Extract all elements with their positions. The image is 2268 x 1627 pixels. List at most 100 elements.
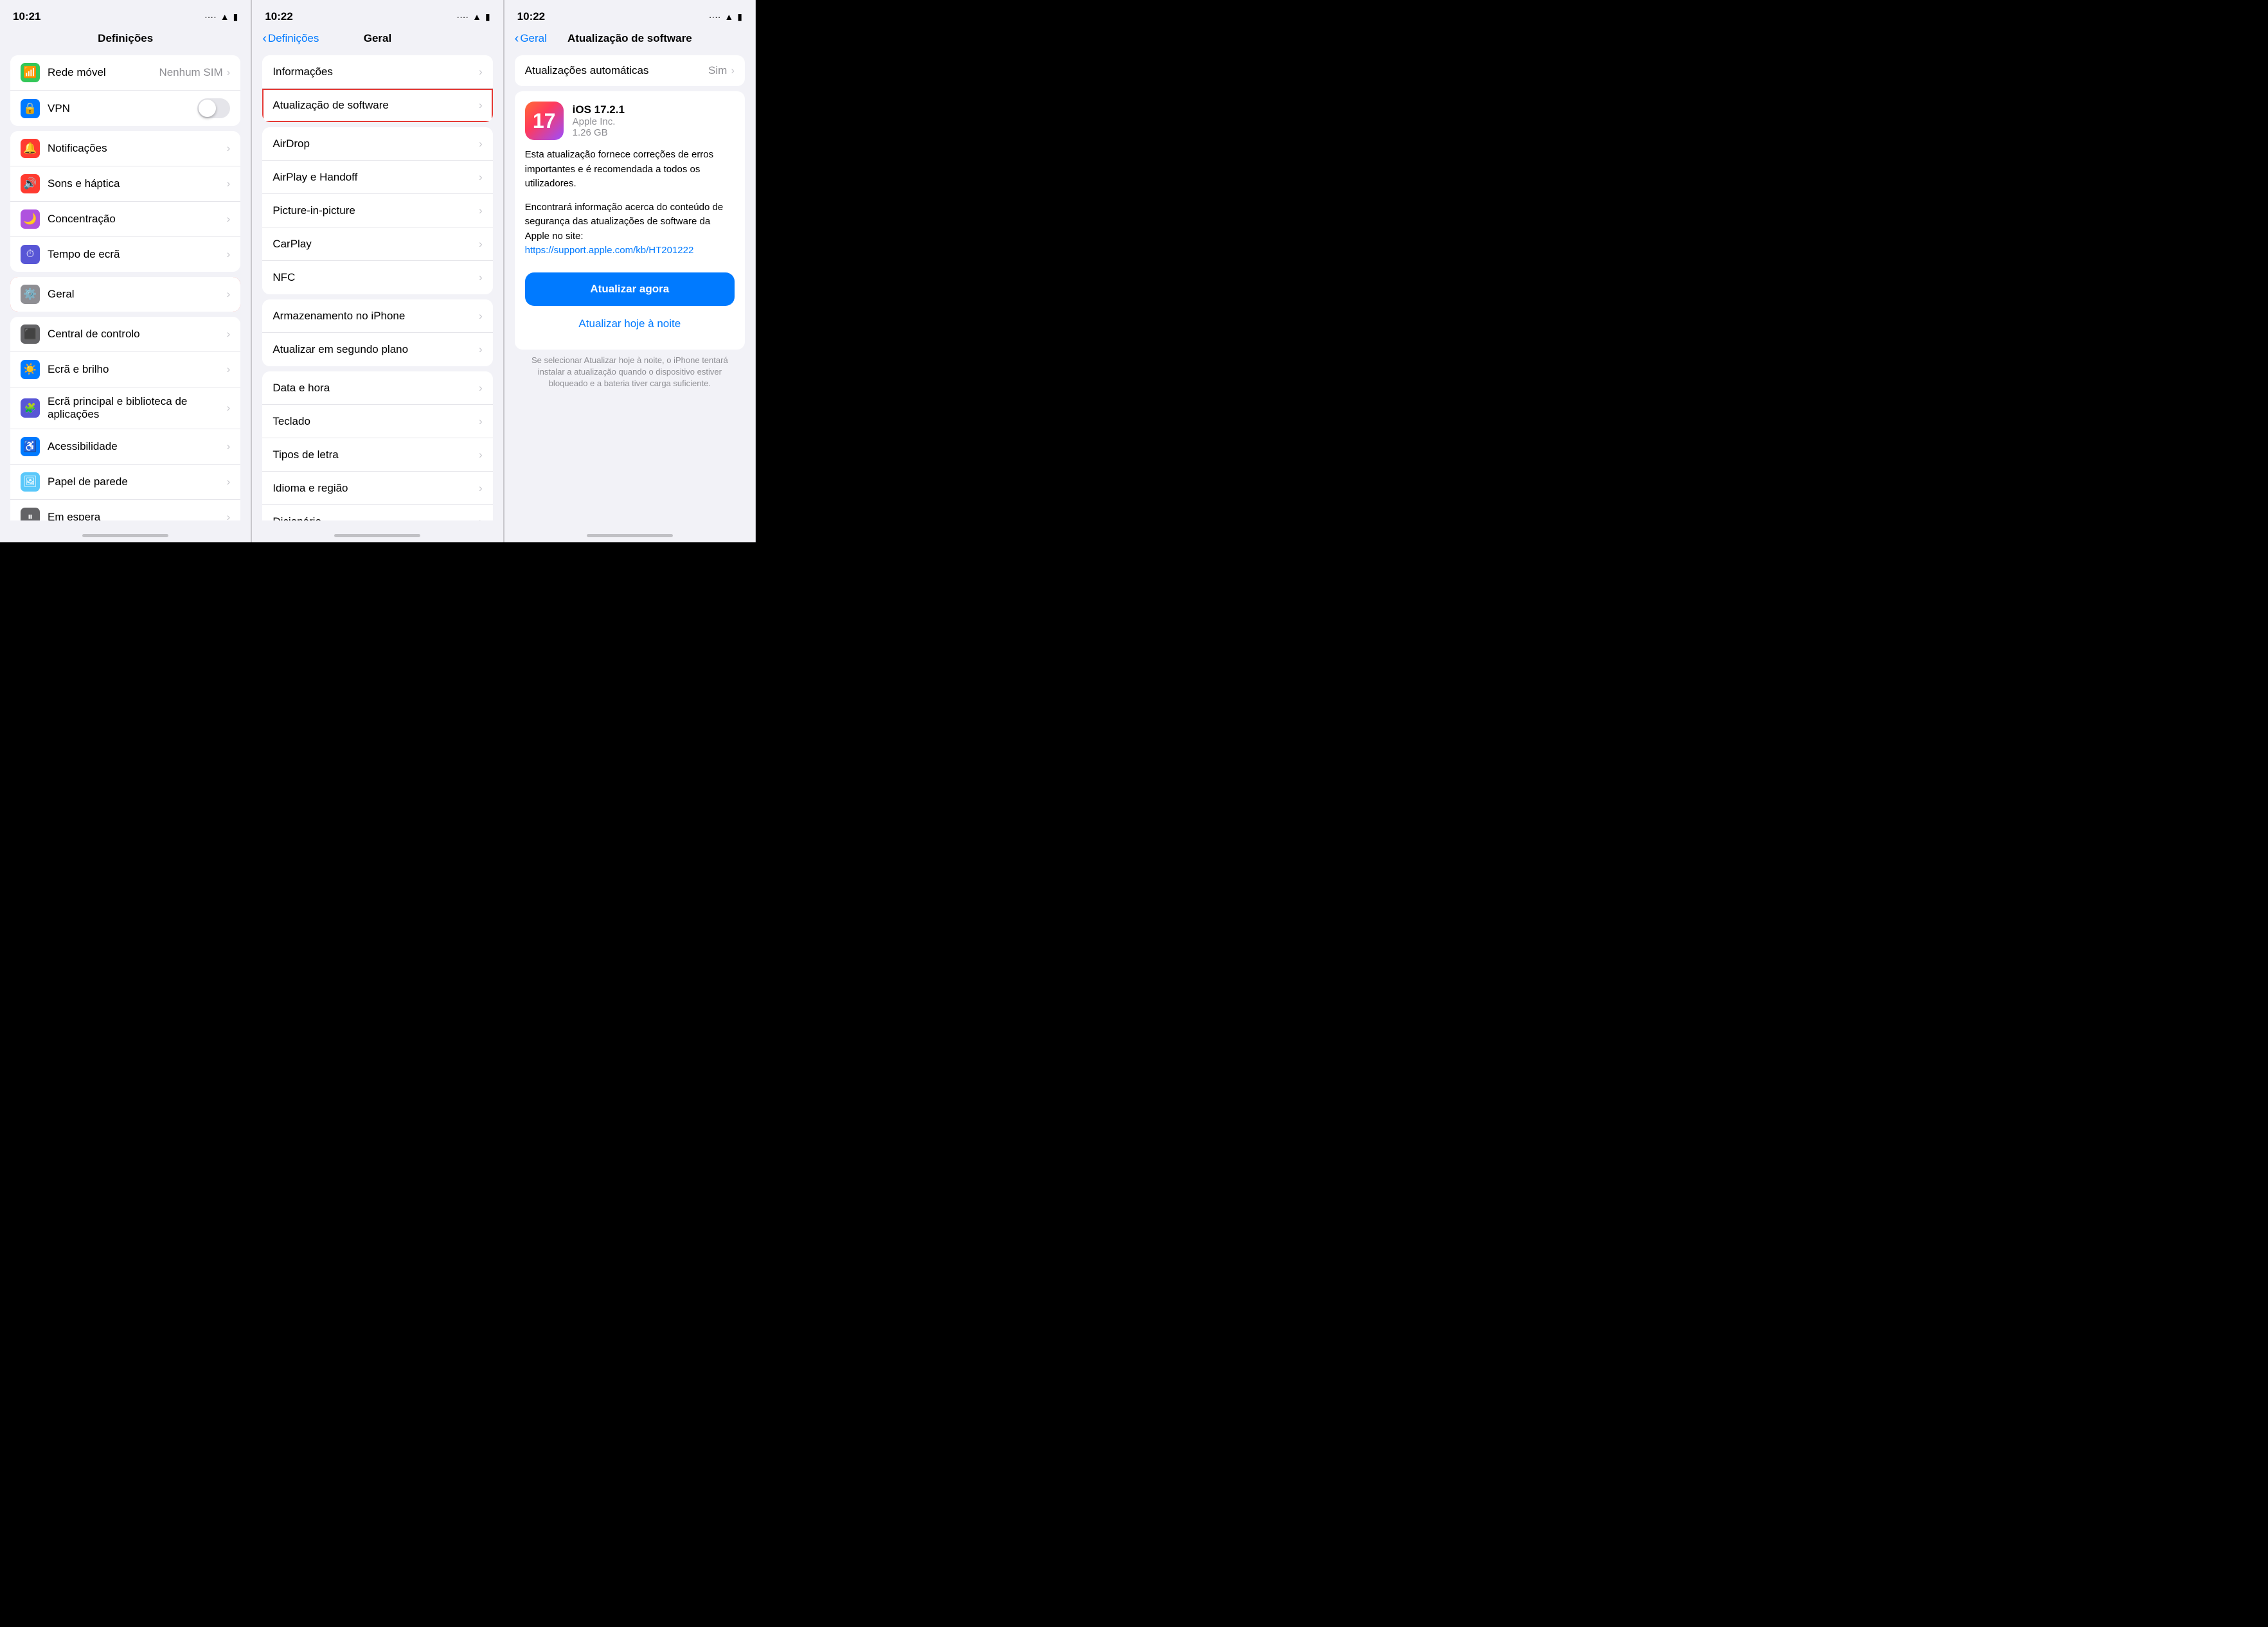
- back-label-3: Geral: [520, 32, 547, 45]
- row-central[interactable]: ⬛ Central de controlo ›: [10, 317, 240, 352]
- update-tonight-button[interactable]: Atualizar hoje à noite: [525, 308, 735, 339]
- notificacoes-icon: 🔔: [21, 139, 40, 158]
- idioma-chevron: ›: [479, 482, 483, 495]
- row-sons[interactable]: 🔊 Sons e háptica ›: [10, 166, 240, 202]
- status-bar-3: 10:22 ···· ▲ ▮: [504, 0, 755, 28]
- section-locale: Data e hora › Teclado › Tipos de letra ›…: [262, 371, 492, 520]
- row-carplay[interactable]: CarPlay ›: [262, 227, 492, 261]
- row-atualizar-plano[interactable]: Atualizar em segundo plano ›: [262, 333, 492, 366]
- vpn-label: VPN: [48, 102, 197, 115]
- acessibilidade-right: ›: [227, 440, 231, 453]
- rede-content: Rede móvel: [48, 66, 159, 79]
- papel-right: ›: [227, 476, 231, 488]
- row-airplay[interactable]: AirPlay e Handoff ›: [262, 161, 492, 194]
- sons-right: ›: [227, 177, 231, 190]
- battery-icon-3: ▮: [737, 12, 742, 22]
- row-airdrop[interactable]: AirDrop ›: [262, 127, 492, 161]
- auto-update-chevron: ›: [731, 64, 735, 77]
- bottom-bar-2: [252, 520, 503, 542]
- update-now-button[interactable]: Atualizar agora: [525, 272, 735, 306]
- time-3: 10:22: [517, 10, 545, 23]
- row-acessibilidade[interactable]: ♿ Acessibilidade ›: [10, 429, 240, 465]
- papel-label: Papel de parede: [48, 476, 227, 488]
- espera-label: Em espera: [48, 511, 227, 520]
- row-vpn[interactable]: 🔒 VPN: [10, 91, 240, 126]
- status-icons-2: ···· ▲ ▮: [456, 12, 490, 22]
- concentracao-content: Concentração: [48, 213, 227, 226]
- vpn-toggle[interactable]: [197, 98, 230, 118]
- notificacoes-content: Notificações: [48, 142, 227, 155]
- back-button-2[interactable]: ‹ Definições: [262, 32, 319, 45]
- nav-header-2: ‹ Definições Geral: [252, 28, 503, 50]
- notificacoes-label: Notificações: [48, 142, 227, 155]
- row-papel[interactable]: 🖼 Papel de parede ›: [10, 465, 240, 500]
- ecra-brilho-chevron: ›: [227, 363, 231, 376]
- row-tempo[interactable]: ⏱ Tempo de ecrã ›: [10, 237, 240, 272]
- idioma-label: Idioma e região: [272, 482, 479, 495]
- row-armazenamento[interactable]: Armazenamento no iPhone ›: [262, 299, 492, 333]
- tempo-content: Tempo de ecrã: [48, 248, 227, 261]
- geral-chevron: ›: [227, 288, 231, 301]
- airplay-chevron: ›: [479, 171, 483, 184]
- time-1: 10:21: [13, 10, 40, 23]
- row-espera[interactable]: ⏸ Em espera ›: [10, 500, 240, 520]
- back-button-3[interactable]: ‹ Geral: [515, 32, 547, 45]
- geral-right: ›: [227, 288, 231, 301]
- row-auto-update[interactable]: Atualizações automáticas Sim ›: [515, 55, 745, 86]
- row-ecra-brilho[interactable]: ☀️ Ecrã e brilho ›: [10, 352, 240, 387]
- acessibilidade-icon: ♿: [21, 437, 40, 456]
- row-tipos-letra[interactable]: Tipos de letra ›: [262, 438, 492, 472]
- carplay-label: CarPlay: [272, 238, 479, 251]
- home-indicator-3: [587, 534, 673, 537]
- teclado-chevron: ›: [479, 415, 483, 428]
- espera-right: ›: [227, 511, 231, 520]
- ios-name: iOS 17.2.1: [573, 103, 625, 116]
- sons-icon: 🔊: [21, 174, 40, 193]
- row-notificacoes[interactable]: 🔔 Notificações ›: [10, 131, 240, 166]
- papel-chevron: ›: [227, 476, 231, 488]
- status-icons-3: ···· ▲ ▮: [709, 12, 742, 22]
- settings-list-2: Informações › Atualização de software › …: [252, 50, 503, 520]
- bottom-bar-1: [0, 520, 251, 542]
- central-chevron: ›: [227, 328, 231, 341]
- ios-link[interactable]: https://support.apple.com/kb/HT201222: [525, 245, 694, 256]
- wifi-icon: ▲: [220, 12, 229, 22]
- ios-size: 1.26 GB: [573, 127, 625, 138]
- row-data-hora[interactable]: Data e hora ›: [262, 371, 492, 405]
- carplay-chevron: ›: [479, 238, 483, 251]
- airdrop-label: AirDrop: [272, 138, 479, 150]
- informacoes-label: Informações: [272, 66, 479, 78]
- row-nfc[interactable]: NFC ›: [262, 261, 492, 294]
- row-informacoes[interactable]: Informações ›: [262, 55, 492, 89]
- notificacoes-chevron: ›: [227, 142, 231, 155]
- concentracao-chevron: ›: [227, 213, 231, 226]
- row-geral[interactable]: ⚙️ Geral ›: [10, 277, 240, 312]
- page-title-1: Definições: [98, 32, 153, 45]
- airdrop-chevron: ›: [479, 138, 483, 150]
- row-dicionario[interactable]: Dicionário ›: [262, 505, 492, 520]
- row-concentracao[interactable]: 🌙 Concentração ›: [10, 202, 240, 237]
- section-airdrop: AirDrop › AirPlay e Handoff › Picture-in…: [262, 127, 492, 294]
- ecra-brilho-label: Ecrã e brilho: [48, 363, 227, 376]
- armazenamento-chevron: ›: [479, 310, 483, 323]
- row-teclado[interactable]: Teclado ›: [262, 405, 492, 438]
- geral-label: Geral: [48, 288, 227, 301]
- section-info: Informações › Atualização de software ›: [262, 55, 492, 122]
- section-notifications: 🔔 Notificações › 🔊 Sons e háptica › 🌙: [10, 131, 240, 272]
- panel-geral: 10:22 ···· ▲ ▮ ‹ Definições Geral Inform…: [252, 0, 503, 542]
- dicionario-label: Dicionário: [272, 515, 479, 520]
- papel-content: Papel de parede: [48, 476, 227, 488]
- row-atualizacao[interactable]: Atualização de software ›: [262, 89, 492, 122]
- informacoes-chevron: ›: [479, 66, 483, 78]
- row-pip[interactable]: Picture-in-picture ›: [262, 194, 492, 227]
- row-idioma[interactable]: Idioma e região ›: [262, 472, 492, 505]
- row-ecra-principal[interactable]: 🧩 Ecrã principal e biblioteca de aplicaç…: [10, 387, 240, 429]
- battery-icon-2: ▮: [485, 12, 490, 22]
- bottom-bar-3: [504, 520, 755, 542]
- row-rede[interactable]: 📶 Rede móvel Nenhum SIM ›: [10, 55, 240, 91]
- sons-content: Sons e háptica: [48, 177, 227, 190]
- nav-header-1: Definições: [0, 28, 251, 50]
- armazenamento-label: Armazenamento no iPhone: [272, 310, 479, 323]
- acessibilidade-chevron: ›: [227, 440, 231, 453]
- back-label-2: Definições: [268, 32, 319, 45]
